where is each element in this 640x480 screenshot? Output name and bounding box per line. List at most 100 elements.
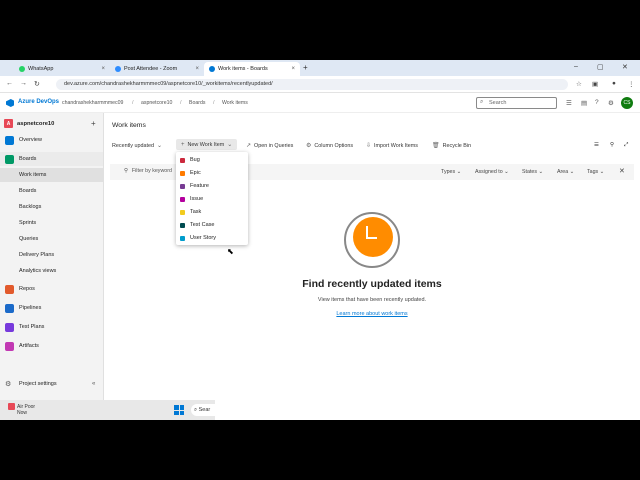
import-label: Import Work Items	[374, 142, 418, 149]
chevron-down-icon: ⌄	[227, 142, 233, 148]
filter-label: States	[522, 169, 538, 175]
project-selector[interactable]: A aspnetcore10	[4, 119, 54, 128]
recycle-bin-button[interactable]: 🗑 Recycle Bin	[432, 142, 471, 150]
keyword-filter-input[interactable]: ⚲ Filter by keyword	[124, 168, 172, 174]
tab-zoom[interactable]: Post Attendee - Zoom ×	[110, 62, 204, 76]
user-settings-icon[interactable]: ⚙	[608, 99, 614, 107]
breadcrumb-separator: /	[180, 100, 182, 106]
windows-start-icon[interactable]	[174, 405, 184, 415]
sidebar-item-label: Overview	[19, 137, 42, 143]
menu-item-user-story[interactable]: User Story	[180, 232, 216, 244]
artifacts-icon	[5, 341, 14, 351]
sidebar-item-label: Delivery Plans	[19, 252, 55, 258]
sidebar-item-test-plans[interactable]: Test Plans	[0, 320, 103, 334]
breadcrumb-project[interactable]: aspnetcore10	[141, 100, 172, 106]
new-work-item-button[interactable]: + New Work Item ⌄	[176, 139, 238, 150]
extensions-icon[interactable]: ▣	[592, 80, 598, 88]
menu-item-label: Bug	[190, 157, 200, 163]
pipelines-icon	[5, 303, 14, 313]
menu-item-label: Feature	[190, 183, 209, 189]
bookmark-star-icon[interactable]: ☆	[576, 80, 582, 88]
menu-item-issue[interactable]: Issue	[180, 193, 203, 205]
sidebar-item-repos[interactable]: Repos	[0, 282, 103, 296]
view-options-icon[interactable]: ☰	[594, 142, 599, 148]
close-tab-icon[interactable]: ×	[291, 66, 295, 72]
help-icon[interactable]: ?	[595, 99, 599, 106]
sidebar-item-label: Analytics views	[19, 268, 57, 274]
tab-work-items[interactable]: Work items - Boards ×	[204, 62, 300, 76]
collapse-sidebar-icon[interactable]: «	[92, 381, 95, 387]
column-options-button[interactable]: ⚙ Column Options	[306, 142, 353, 150]
menu-item-label: User Story	[190, 235, 216, 241]
list-icon[interactable]: ☰	[566, 99, 572, 107]
sidebar-item-label: Pipelines	[19, 305, 42, 311]
menu-item-feature[interactable]: Feature	[180, 180, 209, 192]
menu-item-task[interactable]: Task	[180, 206, 201, 218]
url-field[interactable]: dev.azure.com/chandrashekharmmmec09/aspn…	[56, 79, 568, 90]
breadcrumb-org[interactable]: chandrashekharmmmec09	[62, 100, 123, 106]
reload-icon[interactable]: ↻	[34, 80, 40, 88]
browser-menu-icon[interactable]: ⋮	[628, 80, 635, 88]
filter-icon[interactable]: ⚲	[610, 142, 614, 148]
open-in-queries-button[interactable]: ↗ Open in Queries	[246, 142, 293, 150]
new-work-item-label: New Work Item	[187, 141, 225, 148]
assigned-to-filter-dropdown[interactable]: Assigned to ⌄	[475, 169, 509, 175]
sidebar-item-label: Test Plans	[19, 324, 45, 330]
sidebar-item-backlogs[interactable]: Backlogs	[0, 200, 103, 214]
sidebar-item-boards[interactable]: Boards	[0, 152, 103, 166]
breadcrumb-boards[interactable]: Boards	[189, 100, 205, 106]
sidebar-item-project-settings[interactable]: ⚙ Project settings	[0, 377, 103, 391]
gear-icon: ⚙	[5, 380, 12, 388]
maximize-icon[interactable]: ▢	[597, 63, 604, 71]
sidebar-item-artifacts[interactable]: Artifacts	[0, 339, 103, 353]
ado-header: Azure DevOps chandrashekharmmmec09 / asp…	[0, 93, 640, 113]
close-filter-icon[interactable]: ✕	[619, 167, 625, 175]
tab-whatsapp[interactable]: WhatsApp ×	[14, 62, 110, 76]
forward-icon[interactable]: →	[20, 80, 27, 87]
menu-item-bug[interactable]: Bug	[180, 154, 200, 166]
profile-icon[interactable]: ●	[612, 80, 616, 87]
search-icon: ⌕	[480, 99, 484, 105]
sidebar-item-queries[interactable]: Queries	[0, 232, 103, 246]
chevron-down-icon: ⌄	[156, 143, 162, 149]
header-search-input[interactable]: ⌕ Search	[476, 97, 557, 109]
close-tab-icon[interactable]: ×	[101, 66, 105, 72]
avatar[interactable]: CS	[621, 97, 633, 109]
back-icon[interactable]: ←	[6, 80, 13, 87]
add-icon[interactable]: +	[91, 119, 96, 128]
breadcrumb-work-items[interactable]: Work items	[222, 100, 248, 106]
types-filter-dropdown[interactable]: Types ⌄	[441, 169, 461, 175]
tags-filter-dropdown[interactable]: Tags ⌄	[587, 169, 604, 175]
close-tab-icon[interactable]: ×	[195, 66, 199, 72]
feature-icon	[180, 183, 185, 189]
sidebar-item-analytics-views[interactable]: Analytics views	[0, 264, 103, 278]
shopping-bag-icon[interactable]: ▤	[581, 99, 587, 107]
menu-item-test-case[interactable]: Test Case	[180, 219, 214, 231]
sidebar-item-delivery-plans[interactable]: Delivery Plans	[0, 248, 103, 262]
sidebar-item-boards-sub[interactable]: Boards	[0, 184, 103, 198]
plus-icon: +	[181, 141, 185, 148]
minimize-icon[interactable]: –	[574, 63, 578, 70]
learn-more-link[interactable]: Learn more about work items	[268, 311, 476, 317]
product-name[interactable]: Azure DevOps	[18, 99, 59, 105]
close-window-icon[interactable]: ✕	[622, 63, 628, 71]
overview-icon	[5, 135, 14, 145]
new-tab-button[interactable]: +	[303, 63, 308, 72]
view-selector-label: Recently updated	[112, 142, 154, 149]
sidebar-item-label: Boards	[19, 188, 37, 194]
import-work-items-button[interactable]: ⇩ Import Work Items	[366, 142, 418, 150]
fullscreen-icon[interactable]: ⤢	[624, 142, 628, 149]
states-filter-dropdown[interactable]: States ⌄	[522, 169, 543, 175]
taskbar-search[interactable]: ⌕ Sear	[191, 404, 215, 416]
view-selector[interactable]: Recently updated ⌄	[112, 142, 162, 150]
clock-hands-icon	[366, 226, 377, 239]
sidebar-item-sprints[interactable]: Sprints	[0, 216, 103, 230]
area-filter-dropdown[interactable]: Area ⌄	[557, 169, 574, 175]
whatsapp-icon	[19, 66, 25, 72]
address-bar-row: ← → ↻ dev.azure.com/chandrashekharmmmec0…	[0, 76, 640, 93]
sidebar-item-work-items[interactable]: Work items	[0, 168, 103, 182]
weather-widget[interactable]: Air Poor Now	[8, 403, 35, 416]
sidebar-item-pipelines[interactable]: Pipelines	[0, 301, 103, 315]
menu-item-epic[interactable]: Epic	[180, 167, 201, 179]
sidebar-item-overview[interactable]: Overview	[0, 133, 103, 147]
